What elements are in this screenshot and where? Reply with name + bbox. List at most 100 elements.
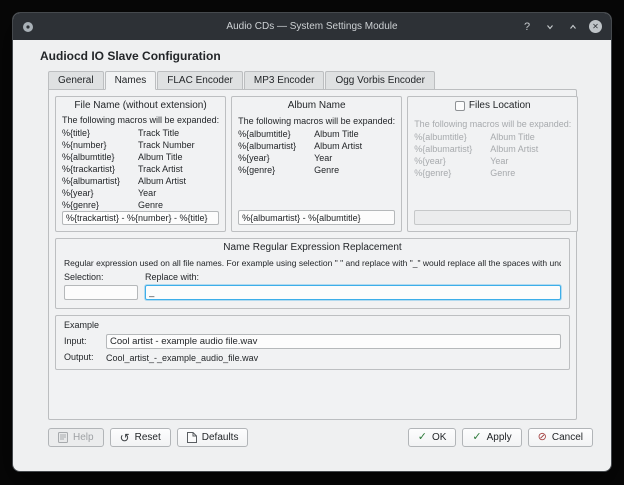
macro-desc: Genre xyxy=(490,167,571,179)
files-location-macro-table: %{albumtitle}Album Title %{albumartist}A… xyxy=(414,131,571,210)
close-icon[interactable]: ✕ xyxy=(589,20,602,33)
regex-fields-row: Selection: Replace with: xyxy=(64,272,561,300)
macro-desc: Album Artist xyxy=(314,140,395,152)
album-name-group-title: Album Name xyxy=(238,100,395,112)
tab-flac-encoder[interactable]: FLAC Encoder xyxy=(157,71,243,90)
macro-name: %{genre} xyxy=(414,167,490,179)
page-title: Audiocd IO Slave Configuration xyxy=(40,49,611,63)
example-input-row: Input: xyxy=(64,334,561,349)
ok-button[interactable]: ✓ OK xyxy=(408,428,457,447)
macro-desc: Track Number xyxy=(138,139,219,151)
defaults-button-label: Defaults xyxy=(202,432,239,443)
album-name-format-input[interactable] xyxy=(238,210,395,225)
macro-row: %{albumartist}Album Artist xyxy=(238,140,395,152)
files-location-checkbox[interactable] xyxy=(455,101,465,111)
replace-with-input[interactable] xyxy=(145,285,561,300)
regex-description: Regular expression used on all file name… xyxy=(64,257,561,269)
example-input-field[interactable] xyxy=(106,334,561,349)
macro-name: %{number} xyxy=(62,139,138,151)
macro-name: %{year} xyxy=(238,152,314,164)
settings-window: Audio CDs — System Settings Module ? ✕ A… xyxy=(13,13,611,471)
macro-row: %{trackartist}Track Artist xyxy=(62,163,219,175)
reset-button-label: Reset xyxy=(135,432,161,443)
macro-row: %{number}Track Number xyxy=(62,139,219,151)
macro-row: %{title}Track Title xyxy=(62,127,219,139)
titlebar-help-button[interactable]: ? xyxy=(520,19,534,35)
macro-row: %{albumartist}Album Artist xyxy=(414,143,571,155)
tab-bar: General Names FLAC Encoder MP3 Encoder O… xyxy=(48,71,611,90)
macro-name: %{albumtitle} xyxy=(238,128,314,140)
macro-row: %{genre}Genre xyxy=(62,199,219,211)
macro-name: %{title} xyxy=(62,127,138,139)
tab-general[interactable]: General xyxy=(48,71,104,90)
macro-name: %{genre} xyxy=(62,199,138,211)
macro-name: %{year} xyxy=(414,155,490,167)
tab-ogg-vorbis-encoder[interactable]: Ogg Vorbis Encoder xyxy=(325,71,435,90)
apply-button[interactable]: ✓ Apply xyxy=(462,428,521,447)
macro-desc: Album Artist xyxy=(490,143,571,155)
replace-with-label: Replace with: xyxy=(145,272,561,283)
macro-row: %{albumtitle}Album Title xyxy=(238,128,395,140)
macro-desc: Genre xyxy=(138,199,219,211)
file-name-macro-table: %{title}Track Title %{number}Track Numbe… xyxy=(62,127,219,211)
macro-desc: Album Title xyxy=(314,128,395,140)
reset-icon: ↺ xyxy=(120,432,130,444)
help-button-label: Help xyxy=(73,432,94,443)
audio-cd-app-icon xyxy=(22,21,34,33)
ok-check-icon: ✓ xyxy=(418,432,427,443)
example-output-row: Output: Cool_artist_-_example_audio_file… xyxy=(64,352,561,363)
selection-input[interactable] xyxy=(64,285,138,300)
files-location-groupbox: Files Location The following macros will… xyxy=(407,96,578,232)
macro-name: %{year} xyxy=(62,187,138,199)
files-location-format-input[interactable] xyxy=(414,210,571,225)
cancel-button-label: Cancel xyxy=(552,432,583,443)
tab-mp3-encoder[interactable]: MP3 Encoder xyxy=(244,71,325,90)
files-location-group-title: Files Location xyxy=(414,100,571,115)
macro-name: %{albumtitle} xyxy=(414,131,490,143)
macro-name: %{albumartist} xyxy=(414,143,490,155)
macro-desc: Album Title xyxy=(490,131,571,143)
regex-group-title: Name Regular Expression Replacement xyxy=(64,242,561,254)
maximize-icon[interactable] xyxy=(566,19,580,35)
files-location-macros-intro: The following macros will be expanded: xyxy=(414,118,571,130)
example-title: Example xyxy=(64,319,561,331)
minimize-icon[interactable] xyxy=(543,19,557,35)
window-content: Audiocd IO Slave Configuration General N… xyxy=(13,40,611,471)
file-name-groupbox: File Name (without extension) The follow… xyxy=(55,96,226,232)
example-output-value: Cool_artist_-_example_audio_file.wav xyxy=(106,353,258,363)
macro-desc: Album Title xyxy=(138,151,219,163)
macro-desc: Year xyxy=(490,155,571,167)
macro-desc: Genre xyxy=(314,164,395,176)
macro-name: %{genre} xyxy=(238,164,314,176)
macro-desc: Album Artist xyxy=(138,175,219,187)
example-input-label: Input: xyxy=(64,336,100,347)
apply-check-icon: ✓ xyxy=(472,432,481,443)
macro-desc: Track Artist xyxy=(138,163,219,175)
macro-desc: Year xyxy=(138,187,219,199)
help-button[interactable]: Help xyxy=(48,428,104,447)
regex-replacement-groupbox: Name Regular Expression Replacement Regu… xyxy=(55,238,570,309)
file-name-format-input[interactable] xyxy=(62,211,219,225)
macro-row: %{albumartist}Album Artist xyxy=(62,175,219,187)
macro-row: %{genre}Genre xyxy=(238,164,395,176)
files-location-disabled-content: The following macros will be expanded: %… xyxy=(414,118,571,225)
ok-button-label: OK xyxy=(432,432,446,443)
album-name-macro-table: %{albumtitle}Album Title %{albumartist}A… xyxy=(238,128,395,210)
macro-row: %{albumtitle}Album Title xyxy=(62,151,219,163)
macro-groups-row: File Name (without extension) The follow… xyxy=(55,96,570,232)
tab-names[interactable]: Names xyxy=(105,71,157,90)
apply-button-label: Apply xyxy=(487,432,512,443)
selection-label: Selection: xyxy=(64,272,138,283)
reset-button[interactable]: ↺ Reset xyxy=(110,428,171,447)
macro-row: %{year}Year xyxy=(62,187,219,199)
macro-name: %{albumartist} xyxy=(238,140,314,152)
defaults-button[interactable]: Defaults xyxy=(177,428,249,447)
defaults-icon xyxy=(187,432,197,443)
cancel-icon: ⊘ xyxy=(538,432,547,443)
macro-desc: Year xyxy=(314,152,395,164)
album-name-macros-intro: The following macros will be expanded: xyxy=(238,115,395,127)
macro-row: %{albumtitle}Album Title xyxy=(414,131,571,143)
footer-left-buttons: Help ↺ Reset Defaults xyxy=(48,428,248,447)
macro-row: %{year}Year xyxy=(238,152,395,164)
cancel-button[interactable]: ⊘ Cancel xyxy=(528,428,593,447)
